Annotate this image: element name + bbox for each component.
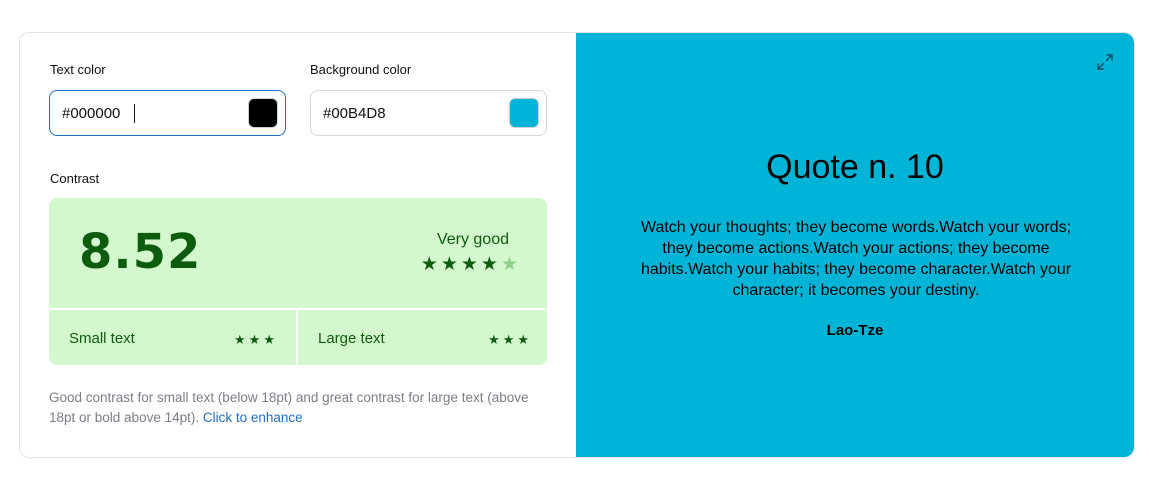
star-icon: ★ [480,254,498,275]
star-icon: ★ [488,332,500,347]
divider [49,308,547,310]
star-icon: ★ [500,254,518,275]
quote-body: Watch your thoughts; they become words.W… [640,219,1072,299]
quote-author: Lao-Tze [826,322,884,339]
contrast-label: Contrast [50,171,100,186]
preview-panel: Quote n. 10 Watch your thoughts; they be… [576,33,1134,457]
star-icon: ★ [420,254,438,275]
rating-stars: ★ ★ ★ ★ ★ [421,255,518,274]
controls-panel: Text color Background color Contrast 8.5… [20,33,576,457]
large-text-label: Large text [318,330,385,347]
background-color-field[interactable] [310,90,547,136]
divider [296,308,298,365]
text-color-field[interactable] [49,90,286,136]
background-color-input[interactable] [323,91,493,135]
star-icon: ★ [440,254,458,275]
background-color-label: Background color [310,62,412,77]
expand-icon[interactable] [1096,53,1114,71]
star-icon: ★ [263,332,275,347]
contrast-checker-card: Text color Background color Contrast 8.5… [19,32,1135,458]
text-color-input[interactable] [62,91,232,135]
quote-title: Quote n. 10 [766,148,944,186]
contrast-description: Good contrast for small text (below 18pt… [49,388,549,428]
enhance-link[interactable]: Click to enhance [203,410,303,425]
star-icon: ★ [517,332,529,347]
contrast-score: 8.52 [79,224,202,280]
star-icon: ★ [234,332,246,347]
star-icon: ★ [460,254,478,275]
text-color-label: Text color [50,62,106,77]
background-color-swatch[interactable] [509,98,539,128]
contrast-result-box: 8.52 Very good ★ ★ ★ ★ ★ Small text ★ ★ ★ Larg… [49,198,547,365]
small-text-label: Small text [69,330,135,347]
star-icon: ★ [502,332,515,347]
text-cursor [134,104,135,123]
large-text-stars: ★ ★ ★ [488,333,529,346]
contrast-rating: Very good [436,231,509,248]
text-color-swatch[interactable] [248,98,278,128]
star-icon: ★ [248,332,261,347]
small-text-stars: ★ ★ ★ [234,333,275,346]
